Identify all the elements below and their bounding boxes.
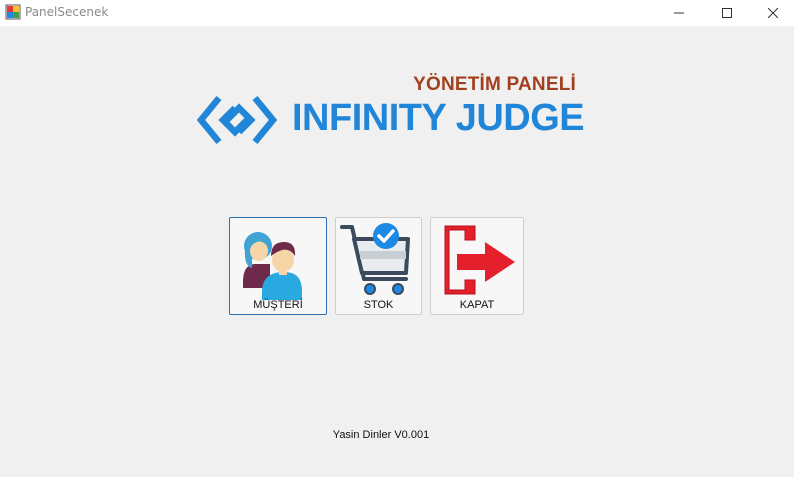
close-icon [768, 8, 778, 18]
window-title: PanelSecenek [25, 5, 109, 19]
infinity-judge-logo-icon [197, 95, 277, 145]
brand-title: INFINITY JUDGE [292, 97, 585, 139]
minimize-button[interactable] [656, 0, 702, 26]
panel-subtitle: YÖNETİM PANELİ [413, 74, 576, 95]
stock-cart-icon [340, 223, 410, 295]
customers-label: MÜŞTERİ [253, 299, 303, 311]
title-bar[interactable]: PanelSecenek [0, 0, 794, 26]
close-app-label: KAPAT [459, 299, 495, 311]
maximize-icon [722, 8, 732, 18]
close-button[interactable] [750, 0, 794, 26]
customers-button[interactable]: MÜŞTERİ [229, 217, 327, 315]
close-app-button[interactable]: KAPAT [430, 217, 524, 315]
version-label: Yasin Dinler V0.001 [332, 429, 430, 441]
stock-label: STOK [363, 299, 394, 311]
stock-button[interactable]: STOK [335, 217, 422, 315]
maximize-button[interactable] [704, 0, 750, 26]
app-icon [5, 4, 21, 20]
minimize-icon [674, 12, 684, 14]
customers-icon [243, 232, 302, 300]
exit-icon [444, 225, 515, 295]
